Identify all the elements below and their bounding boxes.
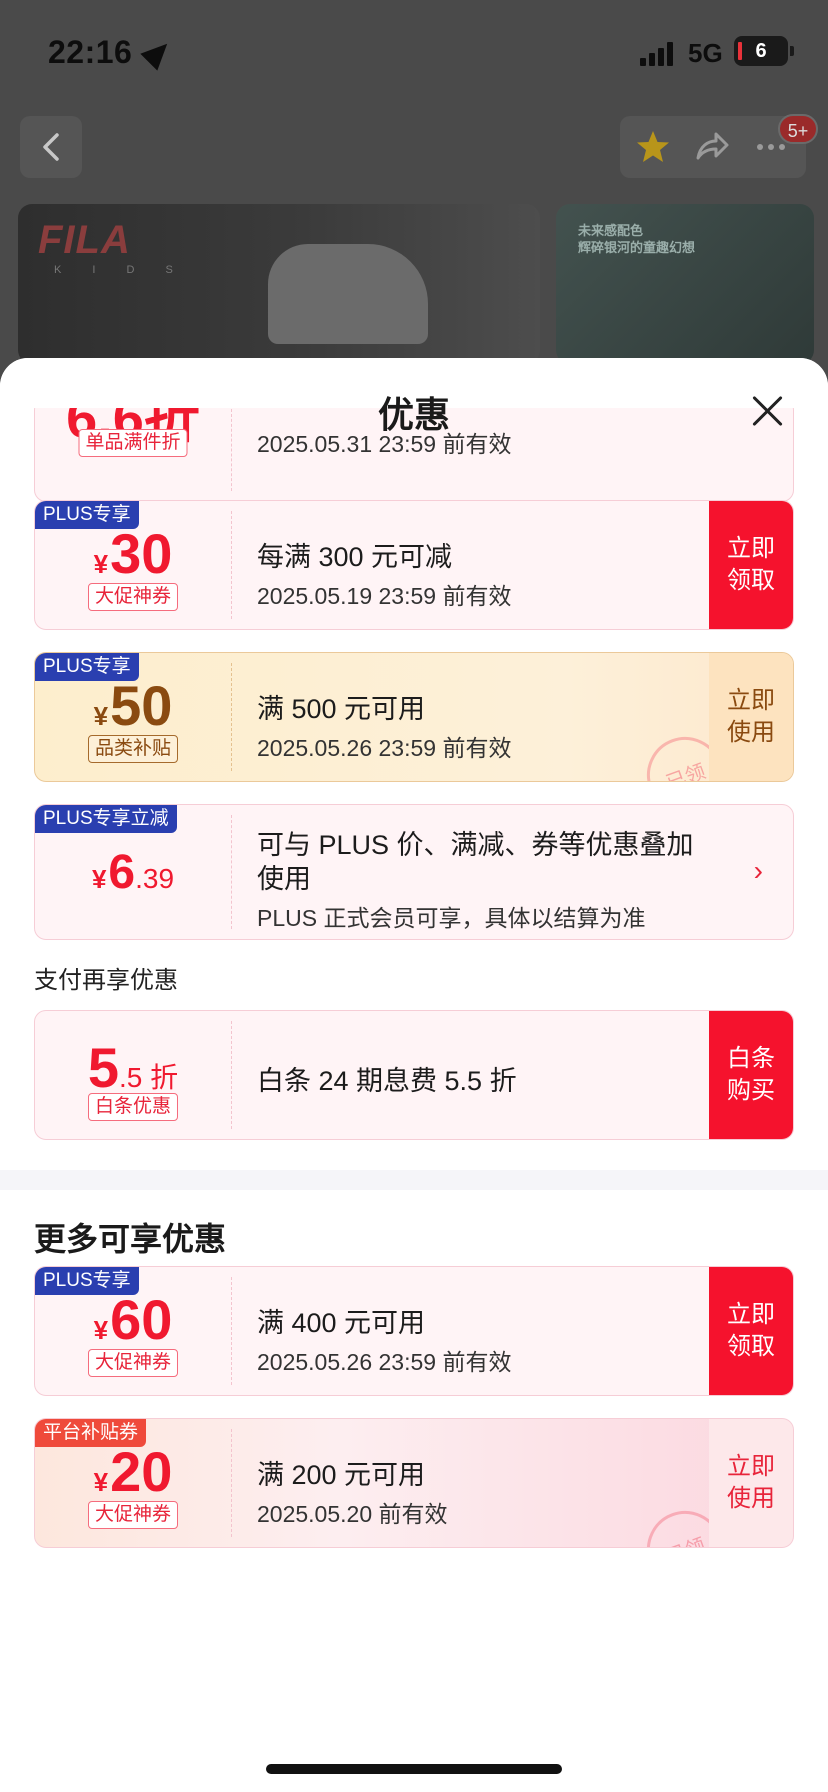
- brand-sub-logo: K I D S: [54, 264, 187, 276]
- use-now-button[interactable]: 立即使用: [709, 653, 793, 781]
- coupon-left: PLUS专享立减 ¥6.39: [35, 805, 231, 939]
- home-indicator[interactable]: [266, 1764, 562, 1774]
- coupon-date: 2025.05.19 23:59 前有效: [257, 583, 512, 609]
- battery-icon: 6: [734, 36, 794, 66]
- coupon-left: PLUS专享 ¥30 大促神券: [35, 501, 231, 629]
- network-type: 5G: [688, 38, 723, 68]
- coupon-left: 5.5 折 白条优惠: [35, 1011, 231, 1139]
- coupon-card-plus-instant[interactable]: PLUS专享立减 ¥6.39 可与 PLUS 价、满减、券等优惠叠加 使用 PL…: [34, 804, 794, 940]
- shoe-image: [268, 244, 428, 344]
- coupon-type-label: 品类补贴: [87, 735, 179, 763]
- banner-promo-text: 未来感配色 辉碎银河的童趣幻想: [578, 223, 696, 255]
- back-button[interactable]: [20, 116, 82, 178]
- coupon-divider: [231, 1021, 232, 1129]
- coupon-right: 满 200 元可用 2025.05.20 前有效: [257, 1419, 697, 1547]
- coupon-right: 满 400 元可用 2025.05.26 23:59 前有效: [257, 1267, 697, 1395]
- star-favorite-icon[interactable]: [634, 128, 672, 166]
- status-time: 22:16: [48, 34, 133, 70]
- coupon-amount: ¥20: [93, 1440, 173, 1503]
- coupon-type-label: 白条优惠: [87, 1093, 179, 1121]
- coupon-amount: ¥50: [93, 674, 173, 737]
- coupon-divider: [231, 663, 232, 771]
- coupon-right: 可与 PLUS 价、满减、券等优惠叠加 使用 PLUS 正式会员可享，具体以结算…: [257, 805, 753, 939]
- claim-now-button[interactable]: 立即领取: [709, 1267, 793, 1395]
- coupon-left: PLUS专享 ¥50 品类补贴: [35, 653, 231, 781]
- coupon-title: 满 200 元可用: [257, 1460, 426, 1490]
- product-banner-secondary[interactable]: 未来感配色 辉碎银河的童趣幻想: [556, 204, 814, 364]
- coupon-title: 满 400 元可用: [257, 1308, 426, 1338]
- chevron-left-icon: [43, 133, 59, 161]
- section-separator: [0, 1170, 828, 1190]
- coupon-type-label: 大促神券: [87, 1349, 179, 1377]
- coupon-divider: [231, 511, 232, 619]
- brand-logo: FILA: [38, 218, 131, 262]
- coupon-right: 每满 300 元可减 2025.05.19 23:59 前有效: [257, 501, 697, 629]
- pay-section-title: 支付再享优惠: [34, 967, 178, 994]
- chevron-right-icon: ›: [753, 855, 763, 886]
- coupon-amount: ¥6.39: [91, 846, 175, 899]
- signal-icon: [640, 42, 673, 66]
- coupon-amount: ¥30: [93, 522, 173, 585]
- coupon-card-baitiao: 5.5 折 白条优惠 白条 24 期息费 5.5 折 白条购买: [34, 1010, 794, 1140]
- coupon-amount: 5.5 折: [87, 1036, 179, 1099]
- coupon-sheet: 优惠 6.6折 单品满件折 2025.05.31 23:59 前有效 优惠 PL…: [0, 358, 828, 1792]
- coupon-date: 2025.05.20 前有效: [257, 1501, 448, 1527]
- location-arrow-icon: [140, 35, 176, 71]
- coupon-date: 2025.05.26 23:59 前有效: [257, 1349, 512, 1375]
- coupon-title: 白条 24 期息费 5.5 折: [257, 1066, 517, 1096]
- sheet-title-overlay: 优惠: [377, 394, 450, 435]
- claim-now-button[interactable]: 立即领取: [709, 501, 793, 629]
- coupon-type-label: 大促神券: [87, 1501, 179, 1529]
- coupon-amount: ¥60: [93, 1288, 173, 1351]
- coupon-date: 2025.05.26 23:59 前有效: [257, 735, 512, 761]
- coupon-card-platform-20: 平台补贴券 ¥20 大促神券 满 200 元可用 2025.05.20 前有效 …: [34, 1418, 794, 1548]
- coupon-title: 每满 300 元可减: [257, 542, 453, 572]
- coupon-divider: [231, 1277, 232, 1385]
- coupon-divider: [231, 1429, 232, 1537]
- notification-badge: 5+: [778, 114, 818, 144]
- use-now-button[interactable]: 立即使用: [709, 1419, 793, 1547]
- coupon-card-plus-50: PLUS专享 ¥50 品类补贴 满 500 元可用 2025.05.26 23:…: [34, 652, 794, 782]
- baitiao-buy-button[interactable]: 白条购买: [709, 1011, 793, 1139]
- more-section-title: 更多可享优惠: [34, 1221, 227, 1257]
- coupon-divider: [231, 815, 232, 929]
- coupon-title-cont: 使用: [257, 864, 311, 894]
- coupon-title: 满 500 元可用: [257, 694, 426, 724]
- coupon-type-label: 大促神券: [87, 583, 179, 611]
- coupon-note: PLUS 正式会员可享，具体以结算为准: [257, 905, 646, 931]
- close-button[interactable]: [750, 394, 784, 428]
- product-banner-main[interactable]: FILA K I D S: [18, 204, 540, 364]
- coupon-left: 平台补贴券 ¥20 大促神券: [35, 1419, 231, 1547]
- coupon-title: 可与 PLUS 价、满减、券等优惠叠加: [257, 830, 694, 860]
- coupon-right: 满 500 元可用 2025.05.26 23:59 前有效: [257, 653, 697, 781]
- share-icon[interactable]: [692, 128, 730, 166]
- coupon-card-plus-60: PLUS专享 ¥60 大促神券 满 400 元可用 2025.05.26 23:…: [34, 1266, 794, 1396]
- plus-tag: PLUS专享立减: [35, 805, 177, 833]
- coupon-card-plus-30: PLUS专享 ¥30 大促神券 每满 300 元可减 2025.05.19 23…: [34, 500, 794, 630]
- status-bar: 22:16 5G 6: [0, 0, 828, 100]
- coupon-left: PLUS专享 ¥60 大促神券: [35, 1267, 231, 1395]
- coupon-right: 白条 24 期息费 5.5 折: [257, 1011, 697, 1139]
